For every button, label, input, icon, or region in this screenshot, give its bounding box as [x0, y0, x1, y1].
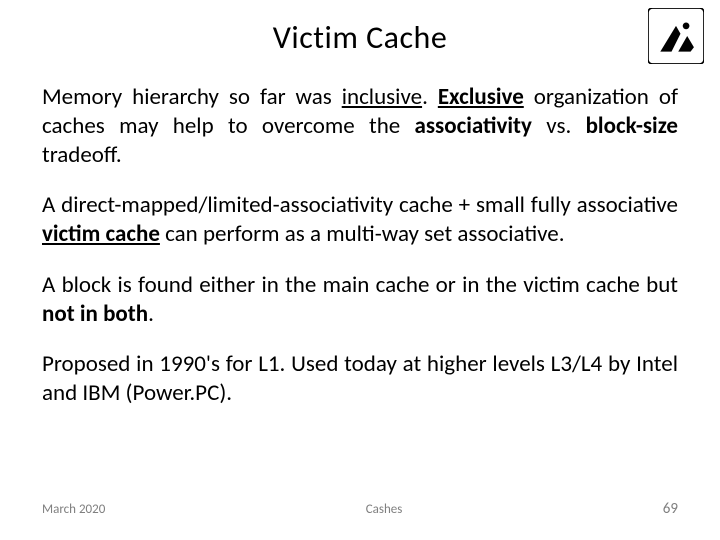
slide-body: Memory hierarchy so far was inclusive. E… — [42, 83, 678, 408]
text: Memory hierarchy so far was — [42, 83, 342, 111]
text: can perform as a multi-way set associati… — [160, 220, 565, 248]
text: A direct-mapped/limited-associativity ca… — [42, 191, 678, 219]
paragraph-3: A block is found either in the main cach… — [42, 271, 678, 329]
keyword-not-in-both: not in both — [42, 300, 148, 328]
institution-logo-icon — [648, 8, 704, 64]
keyword-exclusive: Exclusive — [438, 83, 524, 111]
paragraph-4: Proposed in 1990's for L1. Used today at… — [42, 350, 678, 408]
footer-page-number: 69 — [663, 500, 678, 518]
paragraph-1: Memory hierarchy so far was inclusive. E… — [42, 83, 678, 169]
text: A block is found either in the main cach… — [42, 271, 678, 299]
text: tradeoff. — [42, 141, 122, 169]
footer-center: Cashes — [366, 502, 403, 517]
slide-title: Victim Cache — [42, 18, 678, 57]
slide: Victim Cache Memory hierarchy so far was… — [0, 0, 720, 540]
text: Proposed in 1990's for L1. Used today at… — [42, 350, 678, 407]
paragraph-2: A direct-mapped/limited-associativity ca… — [42, 191, 678, 249]
text: . — [148, 300, 154, 328]
footer-date: March 2020 — [42, 502, 105, 517]
slide-footer: March 2020 Cashes 69 — [42, 500, 678, 518]
keyword-inclusive: inclusive — [342, 83, 422, 111]
text: vs. — [532, 112, 586, 140]
keyword-victim-cache: victim cache — [42, 220, 160, 248]
keyword-block-size: block-size — [586, 112, 678, 140]
keyword-associativity: associativity — [415, 112, 532, 140]
text: . — [422, 83, 438, 111]
